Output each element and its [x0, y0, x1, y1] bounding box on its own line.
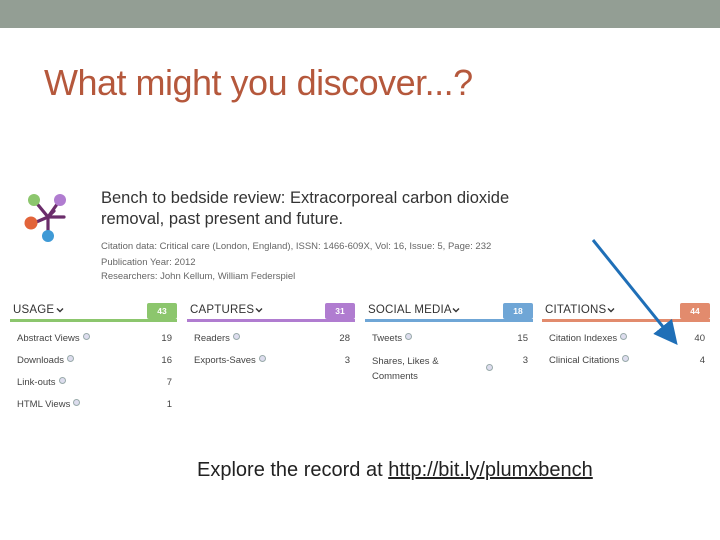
row-value: 19 — [161, 333, 172, 344]
row-value: 28 — [339, 333, 350, 344]
researchers: Researchers: John Kellum, William Feders… — [101, 271, 296, 282]
publication-year: Publication Year: 2012 — [101, 257, 196, 268]
chevron-down-icon — [255, 308, 263, 313]
info-icon[interactable] — [232, 333, 240, 340]
social-media-header[interactable]: SOCIAL MEDIA 18 — [365, 303, 533, 319]
social-media-label: SOCIAL MEDIA — [368, 304, 452, 316]
row-value: 15 — [517, 333, 528, 344]
slide-title: What might you discover...? — [44, 62, 473, 103]
row-label: Downloads — [17, 355, 64, 366]
row-value: 16 — [161, 355, 172, 366]
info-icon[interactable] — [622, 355, 630, 362]
row-label: Tweets — [372, 333, 403, 344]
row-label: Readers — [194, 333, 230, 344]
social-row: Shares, Likes & Comments 3 — [365, 354, 533, 384]
citations-column: CITATIONS 44 Citation Indexes 40 Clinica… — [542, 303, 710, 413]
article-title[interactable]: Bench to bedside review: Extracorporeal … — [101, 188, 561, 230]
footer-prefix: Explore the record at — [197, 459, 389, 481]
info-icon[interactable] — [258, 355, 266, 362]
plumx-logo-icon — [24, 194, 66, 242]
citations-header[interactable]: CITATIONS 44 — [542, 303, 710, 319]
row-value: 1 — [166, 399, 172, 410]
captures-header[interactable]: CAPTURES 31 — [187, 303, 355, 319]
citations-total-badge: 44 — [680, 303, 710, 319]
usage-header[interactable]: USAGE 43 — [10, 303, 177, 319]
metrics-panel: USAGE 43 Abstract Views 19 Downloads 16 … — [10, 303, 710, 413]
social-media-column: SOCIAL MEDIA 18 Tweets 15 Shares, Likes … — [365, 303, 533, 413]
top-bar — [0, 0, 720, 28]
row-label-continued: Comments — [372, 371, 418, 382]
row-value: 7 — [166, 377, 172, 388]
social-media-rule — [365, 319, 533, 322]
row-value: 3 — [344, 355, 350, 366]
citation-data: Citation data: Critical care (London, En… — [101, 241, 492, 252]
info-icon[interactable] — [73, 399, 81, 406]
info-icon[interactable] — [82, 333, 90, 340]
citations-rule — [542, 319, 710, 322]
plumx-link[interactable]: http://bit.ly/plumxbench — [388, 459, 593, 481]
captures-column: CAPTURES 31 Readers 28 Exports-Saves 3 — [187, 303, 355, 413]
info-icon[interactable] — [405, 333, 413, 340]
row-value: 4 — [699, 355, 705, 366]
row-value: 40 — [694, 333, 705, 344]
row-label: Clinical Citations — [549, 355, 620, 366]
row-label: Exports-Saves — [194, 355, 256, 366]
captures-rule — [187, 319, 355, 322]
info-icon[interactable] — [67, 355, 74, 362]
info-icon[interactable] — [58, 377, 66, 384]
usage-label: USAGE — [13, 304, 55, 316]
citations-label: CITATIONS — [545, 304, 607, 316]
info-icon[interactable] — [486, 364, 493, 371]
captures-total-badge: 31 — [325, 303, 355, 319]
row-label: HTML Views — [17, 399, 71, 410]
chevron-down-icon — [56, 308, 64, 313]
usage-total-badge: 43 — [147, 303, 177, 319]
chevron-down-icon — [607, 308, 615, 313]
usage-column: USAGE 43 Abstract Views 19 Downloads 16 … — [10, 303, 177, 413]
footer-text: Explore the record at http://bit.ly/plum… — [197, 459, 593, 482]
row-label: Shares, Likes & — [372, 356, 439, 367]
chevron-down-icon — [452, 308, 460, 313]
info-icon[interactable] — [620, 333, 628, 340]
row-value: 3 — [522, 355, 528, 366]
usage-rule — [10, 319, 177, 322]
captures-label: CAPTURES — [190, 304, 255, 316]
row-label: Abstract Views — [17, 333, 80, 344]
social-media-total-badge: 18 — [503, 303, 533, 319]
row-label: Citation Indexes — [549, 333, 618, 344]
row-label: Link-outs — [17, 377, 56, 388]
